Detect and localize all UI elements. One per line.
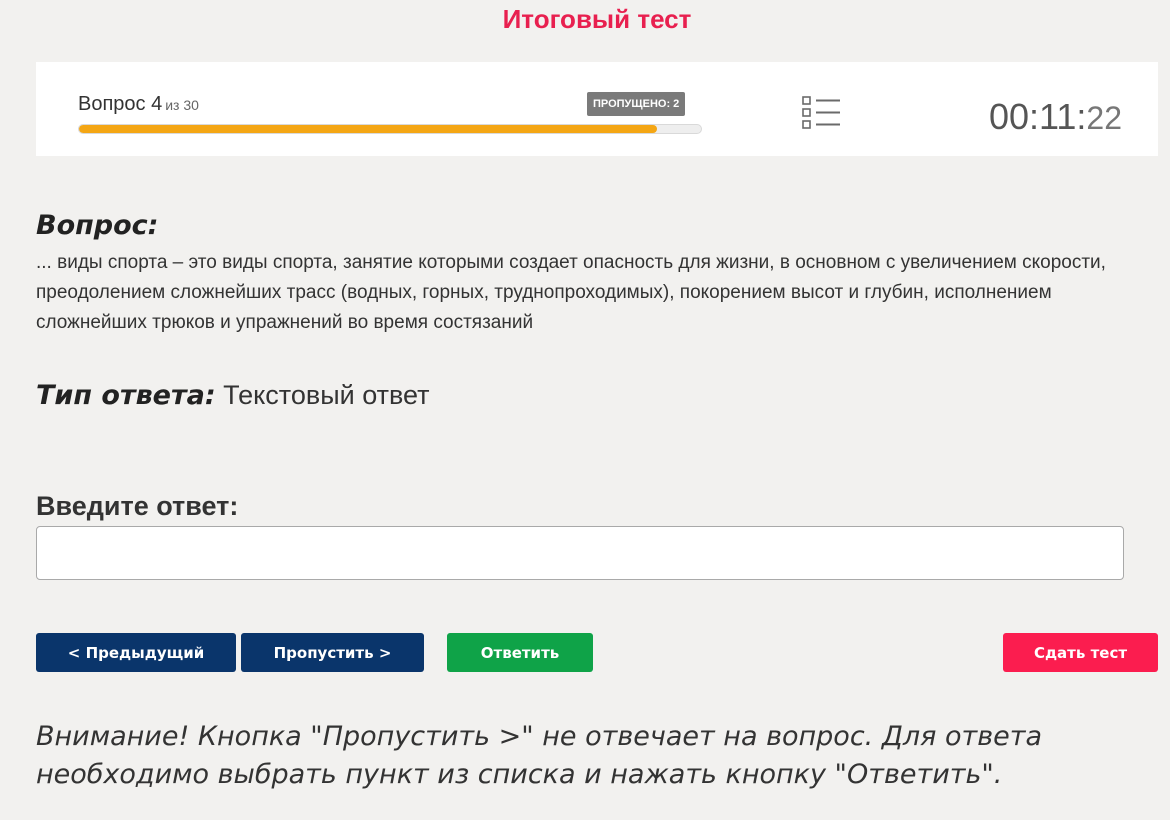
submit-test-button[interactable]: Сдать тест: [1003, 633, 1158, 672]
answer-input[interactable]: [36, 526, 1124, 580]
answer-button[interactable]: Ответить: [447, 633, 593, 672]
question-list-button[interactable]: [796, 90, 846, 134]
question-text: ... виды спорта – это виды спорта, занят…: [36, 252, 1106, 333]
question-number: Вопрос 4: [78, 93, 163, 115]
skipped-badge: ПРОПУЩЕНО: 2: [587, 92, 686, 116]
question-heading: Вопрос:: [36, 210, 159, 241]
answer-label: Введите ответ:: [36, 491, 239, 521]
question-total: из 30: [165, 97, 199, 113]
progress-bar: [78, 124, 702, 134]
question-counter: Вопрос 4 из 30: [78, 93, 199, 116]
list-icon: [802, 96, 840, 129]
timer-seconds: 22: [1086, 100, 1122, 136]
timer: 00:11:22: [989, 96, 1122, 138]
page-title: Итоговый тест: [502, 4, 692, 34]
answer-type-label: Тип ответа:: [36, 380, 216, 411]
status-panel: Вопрос 4 из 30 ПРОПУЩЕНО: 2 00:11:22: [36, 62, 1158, 156]
skip-button[interactable]: Пропустить >: [241, 633, 424, 672]
answer-type-value: Текстовый ответ: [223, 380, 430, 410]
timer-main: 00:11:: [988, 96, 1087, 137]
progress-fill: [79, 125, 658, 133]
answer-type: Тип ответа: Текстовый ответ: [36, 380, 430, 411]
previous-button[interactable]: < Предыдущий: [36, 633, 236, 672]
notice-text: Внимание! Кнопка "Пропустить >" не отвеч…: [36, 721, 1043, 790]
